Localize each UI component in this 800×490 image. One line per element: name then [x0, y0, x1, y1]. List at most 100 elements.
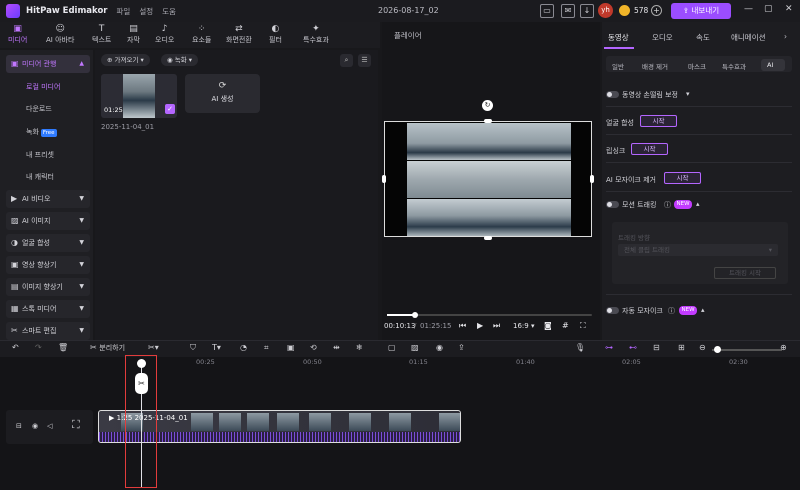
close-icon[interactable]: ✕: [785, 4, 793, 14]
tab-elements[interactable]: ⁘ 요소들: [192, 24, 211, 45]
tab-subtitle[interactable]: ▤ 자막: [127, 24, 140, 45]
caret-down-icon[interactable]: ▾: [686, 90, 690, 98]
zoom-out-icon[interactable]: ⊖: [699, 343, 706, 352]
subtab-ai[interactable]: AI: [767, 61, 773, 69]
info-icon[interactable]: ⓘ: [664, 200, 671, 210]
sidebar-media-project[interactable]: ▣ 미디어 관행 ▲: [6, 55, 90, 73]
split-button[interactable]: ✂ 분리하기: [90, 343, 125, 353]
cover-image-icon[interactable]: ⛶: [72, 418, 80, 432]
user-avatar[interactable]: yh: [598, 3, 613, 18]
maximize-icon[interactable]: ▢: [764, 4, 773, 14]
next-frame-icon[interactable]: ⏭: [493, 321, 500, 331]
lock-icon[interactable]: ⊟: [16, 422, 22, 430]
seek-knob[interactable]: [412, 312, 418, 318]
rotate-icon[interactable]: ↻: [482, 100, 493, 111]
menu-help[interactable]: 도움: [162, 6, 176, 17]
minimize-icon[interactable]: —: [744, 4, 753, 14]
subtab-general[interactable]: 일반: [612, 61, 624, 71]
stabilize-toggle[interactable]: [606, 91, 619, 98]
chevron-right-icon[interactable]: ›: [784, 32, 787, 41]
info-icon[interactable]: ⓘ: [668, 306, 675, 316]
snowflake-icon[interactable]: ❄: [356, 343, 363, 352]
resize-handle-left[interactable]: [382, 175, 386, 183]
magnet-icon[interactable]: ⊷: [629, 343, 637, 352]
export-button[interactable]: ⇪ 내보내기: [671, 3, 731, 19]
sidebar-smart-edit[interactable]: ✂ 스마트 편집 ▼: [6, 322, 90, 340]
sidebar-my-preset[interactable]: 내 프리셋: [26, 150, 54, 160]
fullscreen-icon[interactable]: ⛶: [580, 321, 586, 331]
split-view-icon[interactable]: ⊞: [678, 343, 685, 352]
tab-transition[interactable]: ⇄ 화면전환: [226, 24, 252, 45]
image-icon[interactable]: ▨: [411, 343, 419, 352]
sidebar-record[interactable]: 녹화 Free: [26, 127, 57, 137]
play-icon[interactable]: ▶: [477, 321, 483, 330]
link-icon[interactable]: ⊶: [605, 343, 613, 352]
add-coins-button[interactable]: +: [651, 5, 662, 16]
crop-icon[interactable]: ⌗: [264, 343, 269, 353]
tab-ai-avatar[interactable]: ☺ AI 아바타: [46, 24, 74, 45]
sidebar-ai-image[interactable]: ▨ AI 이미지 ▼: [6, 212, 90, 230]
microphone-icon[interactable]: 🎙: [575, 343, 585, 352]
lipsync-start-button[interactable]: 시작: [631, 143, 668, 155]
freeze-frame-icon[interactable]: ▣: [287, 343, 295, 352]
record-dropdown[interactable]: ◉ 녹화 ▾: [161, 54, 199, 66]
sidebar-my-character[interactable]: 내 캐릭터: [26, 172, 54, 182]
media-thumbnail[interactable]: 01:25 ✓: [101, 74, 177, 118]
video-preview[interactable]: [384, 121, 592, 237]
aspect-ratio-select[interactable]: 16:9 ▾: [513, 322, 534, 330]
zoom-knob[interactable]: [714, 346, 721, 353]
prev-frame-icon[interactable]: ⏮: [459, 321, 466, 331]
caret-up-icon[interactable]: ▴: [696, 200, 700, 208]
subtab-mask[interactable]: 마스크: [688, 61, 706, 71]
zoom-in-icon[interactable]: ⊕: [780, 343, 787, 352]
sidebar-download[interactable]: 다운로드: [26, 104, 52, 114]
check-icon[interactable]: ✓: [165, 104, 175, 114]
sidebar-stock-media[interactable]: ▦ 스톡 미디어 ▼: [6, 300, 90, 318]
mirror-icon[interactable]: ⇹: [333, 343, 340, 352]
ai-mosaic-remove-start-button[interactable]: 시작: [664, 172, 701, 184]
delete-icon[interactable]: 🗑: [58, 343, 68, 352]
fit-icon[interactable]: ⊟: [653, 343, 660, 352]
export-frame-icon[interactable]: ⇪: [458, 343, 465, 352]
tab-animation[interactable]: 애니메이션: [731, 32, 766, 43]
sidebar-local-media[interactable]: 로컬 미디어: [26, 82, 60, 92]
tab-text[interactable]: T 텍스트: [92, 24, 111, 45]
sidebar-image-enhancer[interactable]: ▤ 이미지 향상기 ▼: [6, 278, 90, 296]
timeline[interactable]: 00:25 00:50 01:15 01:40 02:05 02:30 ⊟ ◉ …: [0, 357, 800, 490]
text-overlay-icon[interactable]: ▢: [388, 343, 396, 352]
subtab-effects[interactable]: 특수효과: [722, 61, 746, 71]
text-tool-icon[interactable]: T▾: [212, 343, 221, 352]
snapshot-icon[interactable]: ◙: [544, 321, 552, 330]
motion-track-toggle[interactable]: [606, 201, 619, 208]
redo-icon[interactable]: ↷: [35, 343, 42, 352]
screen-icon[interactable]: ▭: [540, 4, 554, 18]
tab-audio[interactable]: ♪ 오디오: [155, 24, 174, 45]
speed-icon[interactable]: ◔: [240, 343, 247, 352]
subtab-bg-remove[interactable]: 배경 제거: [642, 61, 668, 71]
reverse-icon[interactable]: ⟲: [310, 343, 317, 352]
shield-icon[interactable]: ⛉: [190, 343, 196, 353]
visibility-icon[interactable]: ◉: [32, 422, 38, 430]
cut-tool-icon[interactable]: ✂▾: [148, 343, 159, 352]
sidebar-face-swap[interactable]: ◑ 얼굴 합성 ▼: [6, 234, 90, 252]
tab-speed[interactable]: 속도: [696, 32, 710, 43]
resize-handle-bottom[interactable]: [484, 236, 492, 240]
undo-icon[interactable]: ↶: [12, 343, 19, 352]
face-swap-start-button[interactable]: 시작: [640, 115, 677, 127]
menu-file[interactable]: 파일: [117, 6, 131, 17]
tab-video[interactable]: 동영상: [608, 32, 629, 43]
tab-filter[interactable]: ◐ 필터: [269, 24, 282, 45]
caret-up-icon[interactable]: ▴: [701, 306, 705, 314]
search-icon[interactable]: ⌕: [340, 54, 353, 67]
tab-media[interactable]: ▣ 미디어: [8, 24, 27, 45]
zoom-slider[interactable]: [712, 349, 782, 351]
list-view-icon[interactable]: ☰: [358, 54, 371, 67]
tab-audio-props[interactable]: 오디오: [652, 32, 673, 43]
resize-handle-top[interactable]: [484, 119, 492, 123]
seek-bar[interactable]: [387, 312, 592, 318]
sidebar-video-enhancer[interactable]: ▣ 영상 향상기 ▼: [6, 256, 90, 274]
sidebar-ai-video[interactable]: ▶ AI 비디오 ▼: [6, 190, 90, 208]
auto-mosaic-toggle[interactable]: [606, 307, 619, 314]
mute-icon[interactable]: ◁: [47, 422, 52, 430]
tab-effects[interactable]: ✦ 특수효과: [303, 24, 329, 45]
